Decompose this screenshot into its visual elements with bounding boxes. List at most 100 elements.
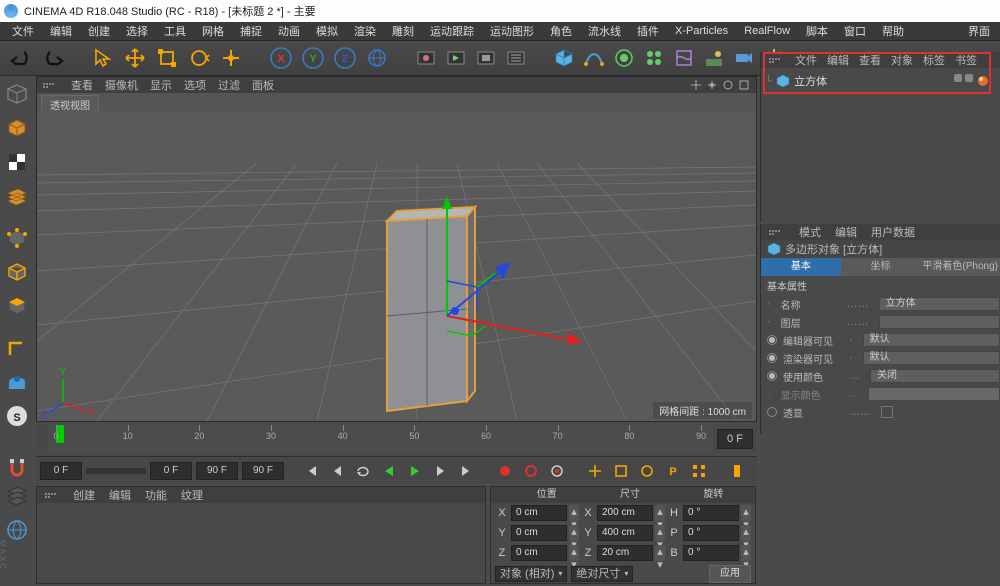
add-generator[interactable] — [610, 44, 638, 72]
attrs-menu-item[interactable]: 用户数据 — [871, 227, 915, 239]
add-deformer[interactable] — [670, 44, 698, 72]
menu-item[interactable]: 文件 — [4, 23, 42, 39]
world-toggle[interactable] — [362, 43, 392, 73]
timeline-scale[interactable]: 0102030405060708090 — [48, 425, 713, 453]
viewport-canvas[interactable]: Y X Z — [37, 111, 756, 421]
viewport-menu-item[interactable]: 显示 — [150, 80, 172, 92]
timeline-zoom[interactable] — [86, 468, 146, 474]
spinner[interactable]: ▴▾ — [741, 545, 751, 561]
viewport-menu-item[interactable]: 选项 — [184, 80, 206, 92]
viewport-menu-item[interactable]: 摄像机 — [105, 80, 138, 92]
menu-item[interactable]: 流水线 — [580, 23, 629, 39]
display-color-swatch[interactable] — [868, 387, 1000, 401]
snap-toggle[interactable]: S — [1, 400, 33, 432]
menu-item[interactable]: 运动图形 — [482, 23, 542, 39]
menu-item[interactable]: 编辑 — [42, 23, 80, 39]
scale-tool[interactable] — [152, 43, 182, 73]
objmgr-menu-item[interactable]: 对象 — [891, 55, 913, 67]
menu-item[interactable]: 脚本 — [798, 23, 836, 39]
menu-item[interactable]: 帮助 — [874, 23, 912, 39]
spinner[interactable]: ▴▾ — [569, 525, 579, 541]
record[interactable] — [494, 460, 516, 482]
menu-item[interactable]: 雕刻 — [384, 23, 422, 39]
apply-button[interactable]: 应用 — [709, 565, 751, 583]
loop[interactable] — [352, 460, 374, 482]
menu-layout[interactable]: 界面 — [960, 23, 996, 39]
timeline[interactable]: 0102030405060708090 0 F — [36, 424, 757, 454]
pos-field[interactable]: 0 cm — [511, 545, 567, 561]
menu-item[interactable]: 窗口 — [836, 23, 874, 39]
key-rot[interactable] — [636, 460, 658, 482]
make-editable[interactable] — [1, 78, 33, 110]
render-settings[interactable] — [472, 44, 500, 72]
size-field[interactable]: 200 cm — [597, 505, 653, 521]
material-menu-item[interactable]: 编辑 — [109, 490, 131, 502]
autokey[interactable] — [520, 460, 542, 482]
texture-mode[interactable] — [1, 146, 33, 178]
menu-item[interactable]: 渲染 — [346, 23, 384, 39]
rot-field[interactable]: 0 ° — [683, 545, 739, 561]
spinner[interactable]: ▴▾ — [569, 505, 579, 521]
tab-coords[interactable]: 坐标 — [841, 258, 921, 276]
add-spline[interactable] — [580, 44, 608, 72]
prev-key[interactable] — [326, 460, 348, 482]
use-color-dropdown[interactable]: 关闭 — [870, 369, 1000, 383]
key-pos[interactable] — [584, 460, 606, 482]
add-environment[interactable] — [700, 44, 728, 72]
live-select-tool[interactable] — [88, 43, 118, 73]
rotate-tool[interactable] — [184, 43, 214, 73]
tab-phong[interactable]: 平滑着色(Phong) — [920, 258, 1000, 276]
spinner[interactable]: ▴▾ — [655, 545, 665, 561]
viewport-solo[interactable] — [1, 366, 33, 398]
viewport-menu-item[interactable]: 面板 — [252, 80, 274, 92]
points-mode[interactable] — [1, 222, 33, 254]
menu-item[interactable]: 网格 — [194, 23, 232, 39]
viewport-menu-item[interactable]: 过滤 — [218, 80, 240, 92]
editor-vis-dropdown[interactable]: 默认 — [863, 333, 1000, 347]
edges-mode[interactable] — [1, 256, 33, 288]
content-browser[interactable] — [1, 480, 33, 512]
range-out[interactable]: 90 F — [196, 462, 238, 480]
object-tags[interactable] — [954, 74, 990, 88]
render-vis-dropdown[interactable]: 默认 — [863, 351, 1000, 365]
radio-icon[interactable] — [767, 371, 777, 381]
material-menu-item[interactable]: 创建 — [73, 490, 95, 502]
x-axis-lock[interactable]: X — [266, 43, 296, 73]
redo-button[interactable] — [38, 45, 68, 71]
last-tool[interactable] — [216, 43, 246, 73]
attrs-menu-item[interactable]: 编辑 — [835, 227, 857, 239]
menu-item[interactable]: X-Particles — [667, 25, 736, 37]
radio-icon[interactable] — [767, 335, 777, 345]
rot-field[interactable]: 0 ° — [683, 505, 739, 521]
menu-item[interactable]: 插件 — [629, 23, 667, 39]
objmgr-menu-item[interactable]: 书签 — [955, 55, 977, 67]
z-axis-lock[interactable]: Z — [330, 43, 360, 73]
undo-button[interactable] — [6, 45, 36, 71]
range-in[interactable]: 0 F — [150, 462, 192, 480]
key-marker[interactable] — [726, 460, 748, 482]
vp-nav-icon[interactable] — [690, 79, 702, 91]
material-menu-item[interactable]: 功能 — [145, 490, 167, 502]
pos-field[interactable]: 0 cm — [511, 505, 567, 521]
attrs-menu-item[interactable]: 模式 — [799, 227, 821, 239]
menu-item[interactable]: 角色 — [542, 23, 580, 39]
size-mode-dropdown[interactable]: 绝对尺寸▾ — [571, 566, 633, 582]
size-field[interactable]: 20 cm — [597, 545, 653, 561]
render-view[interactable] — [412, 44, 440, 72]
xray-checkbox[interactable] — [881, 406, 893, 418]
y-axis-lock[interactable]: Y — [298, 43, 328, 73]
spinner[interactable]: ▴▾ — [741, 505, 751, 521]
menu-item[interactable]: RealFlow — [736, 25, 798, 37]
menu-item[interactable]: 模拟 — [308, 23, 346, 39]
range-end[interactable]: 90 F — [242, 462, 284, 480]
play-back[interactable] — [378, 460, 400, 482]
goto-end[interactable] — [456, 460, 478, 482]
coord-mode-dropdown[interactable]: 对象 (相对)▾ — [495, 566, 567, 582]
menu-item[interactable]: 运动跟踪 — [422, 23, 482, 39]
key-scale[interactable] — [610, 460, 632, 482]
vp-nav-icon[interactable] — [738, 79, 750, 91]
workplane-mode[interactable] — [1, 180, 33, 212]
range-start[interactable]: 0 F — [40, 462, 82, 480]
goto-start[interactable] — [300, 460, 322, 482]
vis-tag-icon[interactable] — [954, 74, 962, 82]
